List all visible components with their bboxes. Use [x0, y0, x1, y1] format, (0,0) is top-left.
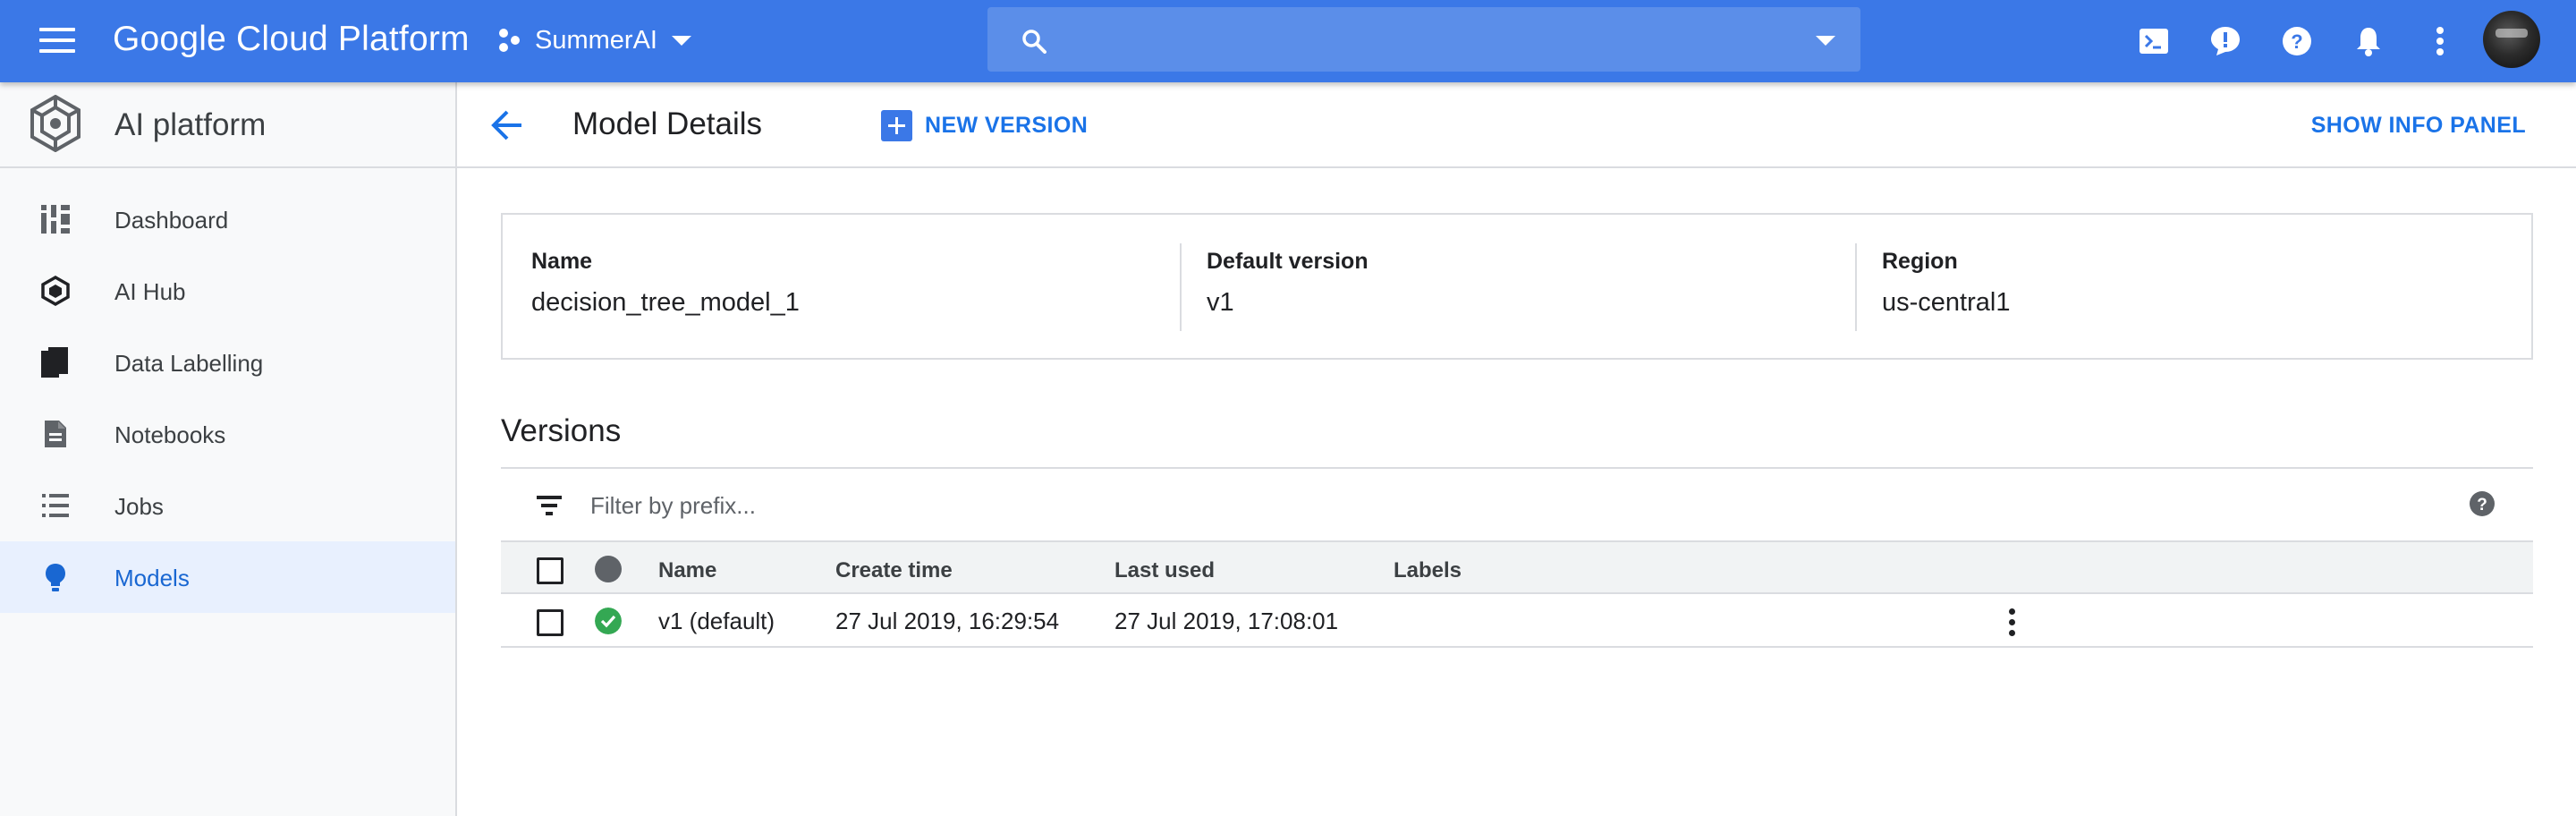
- sidebar-item-dashboard[interactable]: Dashboard: [0, 183, 455, 255]
- sidebar-item-label: AI Hub: [114, 278, 186, 305]
- create-time: 27 Jul 2019, 16:29:54: [835, 608, 1060, 634]
- select-all-checkbox[interactable]: [537, 557, 564, 584]
- notebooks-icon: [39, 418, 72, 450]
- detail-label: Name: [531, 249, 593, 274]
- sidebar: AI platform Dashboard AI Hub Data Labell…: [0, 82, 457, 816]
- check-circle-icon: [595, 608, 622, 634]
- column-header-create-time[interactable]: Create time: [835, 558, 953, 583]
- account-avatar[interactable]: [2483, 11, 2540, 68]
- detail-value: v1: [1207, 288, 1234, 317]
- dashboard-icon: [39, 203, 72, 235]
- detail-label: Region: [1882, 249, 1958, 274]
- column-header-labels[interactable]: Labels: [1394, 558, 1462, 583]
- show-info-panel-button[interactable]: SHOW INFO PANEL: [2311, 113, 2526, 139]
- help-icon[interactable]: ?: [2277, 21, 2317, 61]
- version-name-link[interactable]: v1 (default): [658, 608, 775, 635]
- filter-list-icon[interactable]: [537, 496, 562, 515]
- detail-name: Name decision_tree_model_1: [503, 215, 1178, 358]
- last-used: 27 Jul 2019, 17:08:01: [1114, 608, 1339, 634]
- row-checkbox[interactable]: [537, 609, 564, 636]
- sidebar-item-notebooks[interactable]: Notebooks: [0, 398, 455, 470]
- versions-heading: Versions: [501, 413, 622, 448]
- back-button[interactable]: [489, 107, 529, 147]
- page-header: Model Details NEW VERSION SHOW INFO PANE…: [457, 82, 2576, 168]
- more-vert-icon[interactable]: [2420, 21, 2460, 61]
- detail-label: Default version: [1207, 249, 1368, 274]
- ai-hub-icon: [39, 275, 72, 307]
- search-dropdown-icon[interactable]: [1816, 36, 1835, 46]
- cloud-shell-icon[interactable]: [2134, 21, 2174, 61]
- product-brand[interactable]: Google Cloud Platform: [113, 18, 470, 61]
- sidebar-item-data-labelling[interactable]: Data Labelling: [0, 327, 455, 398]
- row-actions-more-icon[interactable]: [2004, 605, 2021, 641]
- help-icon[interactable]: ?: [2469, 490, 2496, 517]
- notifications-icon[interactable]: [2349, 21, 2388, 61]
- sidebar-item-label: Models: [114, 565, 190, 591]
- column-header-last-used[interactable]: Last used: [1114, 558, 1215, 583]
- project-icon: [499, 29, 520, 52]
- svg-text:?: ?: [2291, 30, 2302, 53]
- detail-value: decision_tree_model_1: [531, 288, 800, 317]
- sidebar-item-ai-hub[interactable]: AI Hub: [0, 255, 455, 327]
- main-menu-button[interactable]: [39, 24, 75, 56]
- add-box-icon: [881, 109, 912, 141]
- status-column-icon: [595, 556, 622, 582]
- search-bar[interactable]: [987, 7, 1860, 72]
- column-header-name[interactable]: Name: [658, 558, 716, 583]
- model-details-card: Name decision_tree_model_1 Default versi…: [501, 213, 2533, 360]
- sidebar-title: AI platform: [114, 107, 267, 142]
- table-row: v1 (default) 27 Jul 2019, 16:29:54 27 Ju…: [501, 594, 2533, 648]
- sidebar-item-label: Dashboard: [114, 207, 229, 234]
- new-version-button[interactable]: NEW VERSION: [881, 107, 1088, 143]
- sidebar-header: AI platform: [0, 82, 455, 168]
- detail-default-version: Default version v1: [1178, 215, 1853, 358]
- filter-input[interactable]: [590, 481, 1395, 530]
- arrow-back-icon: [491, 110, 521, 140]
- sidebar-item-label: Notebooks: [114, 421, 226, 448]
- project-selector[interactable]: SummerAI: [496, 20, 691, 61]
- filter-bar: ?: [501, 467, 2533, 542]
- detail-region: Region us-central1: [1853, 215, 2529, 358]
- search-input[interactable]: [1068, 7, 1784, 72]
- jobs-icon: [39, 489, 72, 522]
- top-app-bar: Google Cloud Platform SummerAI ?: [0, 0, 2576, 82]
- feedback-icon[interactable]: [2206, 21, 2245, 61]
- sidebar-item-jobs[interactable]: Jobs: [0, 470, 455, 541]
- svg-text:?: ?: [2477, 496, 2487, 514]
- ai-platform-logo-icon: [30, 95, 80, 152]
- search-icon: [1022, 30, 1046, 54]
- table-header-row: Name Create time Last used Labels: [501, 540, 2533, 594]
- sidebar-item-label: Data Labelling: [114, 350, 264, 377]
- new-version-label: NEW VERSION: [925, 112, 1089, 138]
- detail-value: us-central1: [1882, 288, 2011, 317]
- versions-table: Name Create time Last used Labels v1 (de…: [501, 540, 2533, 648]
- sidebar-item-label: Jobs: [114, 493, 164, 520]
- page-title: Model Details: [572, 106, 763, 141]
- chevron-down-icon: [671, 35, 691, 46]
- sidebar-item-models[interactable]: Models: [0, 541, 455, 613]
- models-icon: [39, 561, 72, 593]
- data-labelling-icon: [39, 346, 72, 378]
- project-name: SummerAI: [535, 25, 657, 55]
